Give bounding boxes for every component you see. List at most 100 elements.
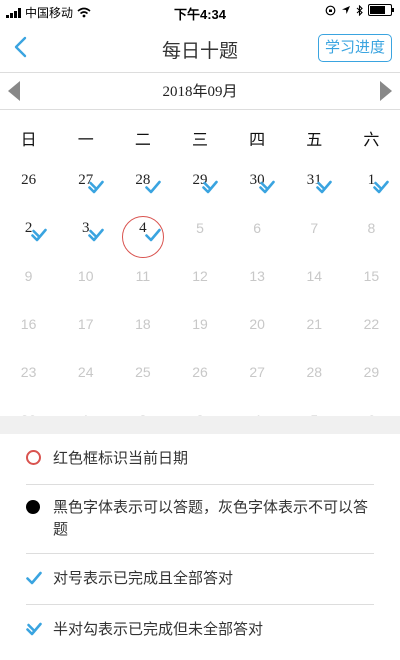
- calendar-day: 25: [114, 355, 171, 403]
- calendar-day: 13: [229, 259, 286, 307]
- half-check-icon: [26, 621, 42, 643]
- day-number: 26: [21, 172, 37, 188]
- status-right: [325, 4, 394, 16]
- calendar-day[interactable]: 1: [343, 163, 400, 211]
- calendar-day-today[interactable]: 4: [114, 211, 171, 259]
- day-number: 11: [135, 268, 151, 284]
- calendar-day: 19: [171, 307, 228, 355]
- day-number: 21: [306, 316, 323, 332]
- calendar-day: 26: [171, 355, 228, 403]
- calendar-week-row: 26 27 28 29 30 31 1: [0, 163, 400, 211]
- legend-list: 红色框标识当前日期黑色字体表示可以答题，灰色字体表示不可以答题对号表示已完成且全…: [0, 434, 400, 655]
- day-number: 12: [192, 268, 208, 284]
- weekday-label: 三: [191, 132, 208, 149]
- day-number: 24: [77, 364, 94, 380]
- calendar-day[interactable]: 3: [57, 211, 114, 259]
- day-number: 8: [367, 220, 376, 236]
- red-circle-icon: [26, 450, 41, 465]
- day-number: 28: [135, 172, 151, 188]
- day-number: 14: [306, 268, 323, 284]
- calendar-day[interactable]: 27: [57, 163, 114, 211]
- calendar-day[interactable]: 2: [0, 211, 57, 259]
- legend-item: 红色框标识当前日期: [26, 434, 374, 485]
- next-month-icon[interactable]: [380, 81, 392, 101]
- day-number: 22: [363, 316, 380, 332]
- calendar-day: 20: [229, 307, 286, 355]
- calendar-day: 24: [57, 355, 114, 403]
- legend-text: 对号表示已完成且全部答对: [53, 570, 234, 587]
- half-check-icon: [87, 180, 104, 194]
- legend-text: 半对勾表示已完成但未全部答对: [53, 621, 264, 638]
- weekday-label: 二: [134, 132, 151, 149]
- location-icon: [342, 6, 350, 14]
- day-number: 27: [249, 364, 265, 380]
- weekday-label: 五: [306, 132, 323, 149]
- calendar-day: 18: [114, 307, 171, 355]
- calendar-day: 23: [0, 355, 57, 403]
- day-number: 20: [249, 316, 265, 332]
- calendar-day[interactable]: 30: [229, 163, 286, 211]
- legend-text: 红色框标识当前日期: [53, 450, 189, 467]
- calendar-day: 21: [286, 307, 343, 355]
- calendar-grid: 26 27 28 29 30 31 1 2 3 4 5 6 7 8 9 10 11 12 13 14 15 16 17 18 1…: [0, 163, 400, 451]
- calendar-day: 27: [229, 355, 286, 403]
- day-number: 26: [192, 364, 208, 380]
- section-divider: [0, 416, 400, 434]
- battery-icon: [368, 4, 394, 16]
- day-number: 31: [306, 172, 322, 188]
- day-number: 18: [135, 316, 151, 332]
- day-number: 19: [192, 316, 208, 332]
- legend-item: 对号表示已完成且全部答对: [26, 554, 374, 605]
- calendar-week-row: 23 24 25 26 27 28 29: [0, 355, 400, 403]
- weekday-label: 六: [363, 132, 380, 149]
- calendar-day[interactable]: 26: [0, 163, 57, 211]
- full-check-icon: [26, 570, 42, 592]
- half-check-icon: [259, 180, 275, 194]
- half-check-icon: [87, 228, 104, 242]
- orientation-lock-icon: [325, 5, 336, 15]
- calendar-day: 10: [57, 259, 114, 307]
- calendar-day: 7: [286, 211, 343, 259]
- day-number: 25: [135, 364, 151, 380]
- month-bar: 2018年09月: [0, 73, 400, 110]
- calendar-day: 16: [0, 307, 57, 355]
- calendar-day[interactable]: 31: [286, 163, 343, 211]
- half-check-icon: [316, 180, 333, 194]
- day-number: 6: [253, 220, 262, 236]
- day-number: 29: [192, 172, 208, 188]
- day-number: 4: [139, 220, 147, 236]
- calendar-day: 14: [286, 259, 343, 307]
- half-check-icon: [30, 228, 47, 242]
- calendar-day[interactable]: 28: [114, 163, 171, 211]
- legend-text: 黑色字体表示可以答题，灰色字体表示不可以答题: [53, 499, 369, 538]
- weekday-label: 四: [249, 132, 266, 149]
- status-bar: 中国移动 下午4:34: [0, 0, 400, 22]
- calendar-week-row: 16 17 18 19 20 21 22: [0, 307, 400, 355]
- day-number: 5: [196, 220, 204, 236]
- day-number: 23: [20, 364, 37, 380]
- calendar-day[interactable]: 29: [171, 163, 228, 211]
- day-number: 3: [81, 220, 90, 236]
- day-number: 30: [249, 172, 265, 188]
- day-number: 15: [363, 268, 380, 284]
- calendar-day: 17: [57, 307, 114, 355]
- weekday-label: 一: [77, 132, 94, 149]
- calendar-week-row: 2 3 4 5 6 7 8: [0, 211, 400, 259]
- bluetooth-icon: [356, 4, 363, 16]
- calendar-day: 6: [229, 211, 286, 259]
- day-number: 17: [77, 316, 94, 332]
- day-number: 13: [249, 268, 265, 284]
- calendar-day: 8: [343, 211, 400, 259]
- month-title: 2018年09月: [162, 84, 238, 100]
- full-check-icon: [145, 180, 161, 194]
- half-check-icon: [202, 180, 218, 194]
- study-progress-button[interactable]: 学习进度: [317, 34, 392, 62]
- calendar-day: 29: [343, 355, 400, 403]
- day-number: 16: [20, 316, 37, 332]
- legend-item: 半对勾表示已完成但未全部答对: [26, 605, 374, 655]
- calendar-day: 11: [114, 259, 171, 307]
- calendar-day: 28: [286, 355, 343, 403]
- calendar-day: 22: [343, 307, 400, 355]
- weekday-label: 日: [20, 132, 37, 149]
- full-check-icon: [145, 228, 161, 242]
